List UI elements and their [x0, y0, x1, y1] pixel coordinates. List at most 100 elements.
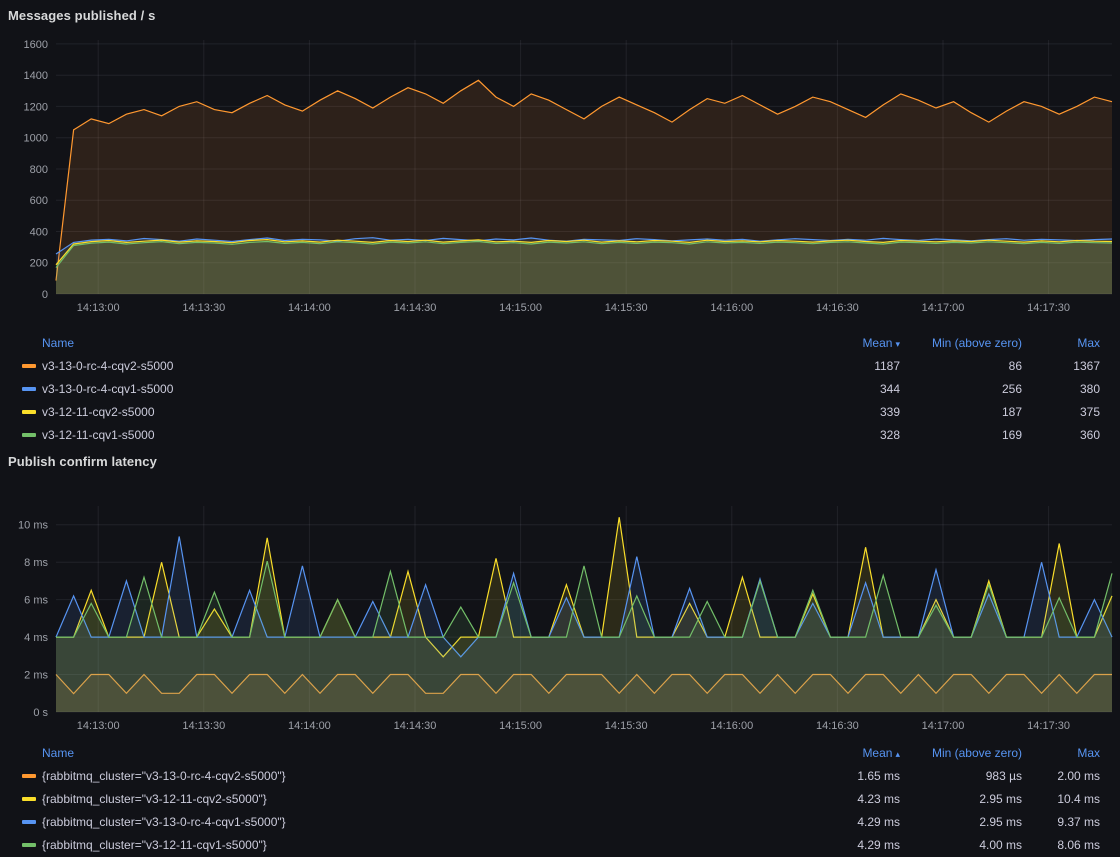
legend-messages-published: Name Mean▾ Min (above zero) Max v3-13-0-…: [0, 332, 1120, 446]
series-color-swatch: [22, 433, 36, 437]
svg-text:4 ms: 4 ms: [24, 632, 48, 644]
svg-text:1200: 1200: [24, 101, 48, 113]
mean-label: Mean: [862, 336, 892, 350]
series-name[interactable]: v3-12-11-cqv1-s5000: [42, 428, 155, 442]
series-name[interactable]: v3-12-11-cqv2-s5000: [42, 405, 155, 419]
series-color-swatch: [22, 820, 36, 824]
series-color-swatch: [22, 843, 36, 847]
svg-text:14:13:30: 14:13:30: [182, 302, 225, 314]
series-max: 10.4 ms: [1022, 792, 1100, 806]
series-min: 187: [900, 405, 1022, 419]
panel-messages-published: Messages published / s 02004006008001000…: [0, 0, 1120, 446]
svg-text:10 ms: 10 ms: [18, 520, 48, 532]
svg-text:14:16:30: 14:16:30: [816, 302, 859, 314]
series-mean: 4.29 ms: [800, 815, 900, 829]
legend-row: {rabbitmq_cluster="v3-12-11-cqv2-s5000"}…: [0, 787, 1100, 810]
series-min: 256: [900, 382, 1022, 396]
svg-text:800: 800: [30, 164, 48, 176]
legend-header-mean[interactable]: Mean▴: [800, 746, 900, 760]
series-max: 8.06 ms: [1022, 838, 1100, 852]
svg-text:14:15:30: 14:15:30: [605, 302, 648, 314]
svg-text:14:17:30: 14:17:30: [1027, 720, 1070, 732]
series-mean: 1187: [800, 359, 900, 373]
series-name[interactable]: {rabbitmq_cluster="v3-12-11-cqv2-s5000"}: [42, 792, 267, 806]
legend-header-min[interactable]: Min (above zero): [900, 746, 1022, 760]
legend-header-name[interactable]: Name: [0, 336, 800, 350]
legend-header-min[interactable]: Min (above zero): [900, 336, 1022, 350]
legend-row: v3-12-11-cqv1-s5000 328 169 360: [0, 423, 1100, 446]
legend-header-max[interactable]: Max: [1022, 336, 1100, 350]
svg-text:14:15:30: 14:15:30: [605, 720, 648, 732]
series-min: 86: [900, 359, 1022, 373]
series-name[interactable]: {rabbitmq_cluster="v3-13-0-rc-4-cqv1-s50…: [42, 815, 286, 829]
series-max: 1367: [1022, 359, 1100, 373]
svg-text:14:16:30: 14:16:30: [816, 720, 859, 732]
svg-text:0: 0: [42, 289, 48, 301]
series-mean: 4.23 ms: [800, 792, 900, 806]
svg-text:14:14:00: 14:14:00: [288, 720, 331, 732]
series-color-swatch: [22, 774, 36, 778]
series-min: 2.95 ms: [900, 792, 1022, 806]
series-name[interactable]: {rabbitmq_cluster="v3-13-0-rc-4-cqv2-s50…: [42, 769, 286, 783]
series-mean: 344: [800, 382, 900, 396]
series-color-swatch: [22, 410, 36, 414]
svg-text:600: 600: [30, 195, 48, 207]
panel-title-messages-published[interactable]: Messages published / s: [0, 0, 1120, 32]
svg-text:14:14:30: 14:14:30: [394, 302, 437, 314]
series-mean: 339: [800, 405, 900, 419]
series-mean: 1.65 ms: [800, 769, 900, 783]
legend-header-max[interactable]: Max: [1022, 746, 1100, 760]
legend-row: v3-12-11-cqv2-s5000 339 187 375: [0, 400, 1100, 423]
publish-confirm-latency-time-series[interactable]: 0 s 2 ms 4 ms 6 ms 8 ms 10 ms 14:13:00 14:13:30…: [0, 478, 1120, 742]
legend-row: {rabbitmq_cluster="v3-13-0-rc-4-cqv1-s50…: [0, 810, 1100, 833]
svg-text:14:14:00: 14:14:00: [288, 302, 331, 314]
legend-row: v3-13-0-rc-4-cqv1-s5000 344 256 380: [0, 377, 1100, 400]
messages-published-time-series[interactable]: 0200400600800100012001400160014:13:0014:…: [0, 32, 1120, 332]
series-min: 169: [900, 428, 1022, 442]
svg-text:14:15:00: 14:15:00: [499, 720, 542, 732]
svg-text:8 ms: 8 ms: [24, 557, 48, 569]
series-name[interactable]: v3-13-0-rc-4-cqv2-s5000: [42, 359, 173, 373]
legend-header-mean[interactable]: Mean▾: [800, 336, 900, 350]
svg-text:2 ms: 2 ms: [24, 670, 48, 682]
series-name[interactable]: {rabbitmq_cluster="v3-12-11-cqv1-s5000"}: [42, 838, 267, 852]
legend-row: v3-13-0-rc-4-cqv2-s5000 1187 86 1367: [0, 354, 1100, 377]
legend-row: {rabbitmq_cluster="v3-13-0-rc-4-cqv2-s50…: [0, 764, 1100, 787]
legend-header: Name Mean▴ Min (above zero) Max: [0, 742, 1100, 764]
panel-title-publish-confirm-latency[interactable]: Publish confirm latency: [0, 446, 1120, 478]
legend-header-name[interactable]: Name: [0, 746, 800, 760]
series-max: 9.37 ms: [1022, 815, 1100, 829]
svg-text:14:13:30: 14:13:30: [182, 720, 225, 732]
svg-text:14:17:00: 14:17:00: [922, 302, 965, 314]
grafana-dashboard: Messages published / s 02004006008001000…: [0, 0, 1120, 856]
svg-text:14:13:00: 14:13:00: [77, 302, 120, 314]
series-min: 4.00 ms: [900, 838, 1022, 852]
series-mean: 328: [800, 428, 900, 442]
legend-publish-confirm-latency: Name Mean▴ Min (above zero) Max {rabbitm…: [0, 742, 1120, 856]
svg-text:200: 200: [30, 258, 48, 270]
svg-text:6 ms: 6 ms: [24, 595, 48, 607]
svg-text:14:15:00: 14:15:00: [499, 302, 542, 314]
mean-label: Mean: [862, 746, 892, 760]
series-color-swatch: [22, 387, 36, 391]
svg-text:14:13:00: 14:13:00: [77, 720, 120, 732]
series-name[interactable]: v3-13-0-rc-4-cqv1-s5000: [42, 382, 173, 396]
svg-text:1400: 1400: [24, 70, 48, 82]
svg-text:14:17:00: 14:17:00: [922, 720, 965, 732]
svg-text:14:17:30: 14:17:30: [1027, 302, 1070, 314]
series-mean: 4.29 ms: [800, 838, 900, 852]
series-max: 380: [1022, 382, 1100, 396]
svg-text:1600: 1600: [24, 39, 48, 51]
series-color-swatch: [22, 364, 36, 368]
svg-text:14:16:00: 14:16:00: [710, 720, 753, 732]
svg-text:14:14:30: 14:14:30: [394, 720, 437, 732]
series-min: 2.95 ms: [900, 815, 1022, 829]
series-min: 983 µs: [900, 769, 1022, 783]
series-color-swatch: [22, 797, 36, 801]
legend-header: Name Mean▾ Min (above zero) Max: [0, 332, 1100, 354]
svg-text:1000: 1000: [24, 133, 48, 145]
panel-publish-confirm-latency: Publish confirm latency 0 s 2 ms 4 ms 6 ms 8…: [0, 446, 1120, 856]
svg-text:14:16:00: 14:16:00: [710, 302, 753, 314]
svg-text:0 s: 0 s: [33, 707, 48, 719]
series-max: 360: [1022, 428, 1100, 442]
